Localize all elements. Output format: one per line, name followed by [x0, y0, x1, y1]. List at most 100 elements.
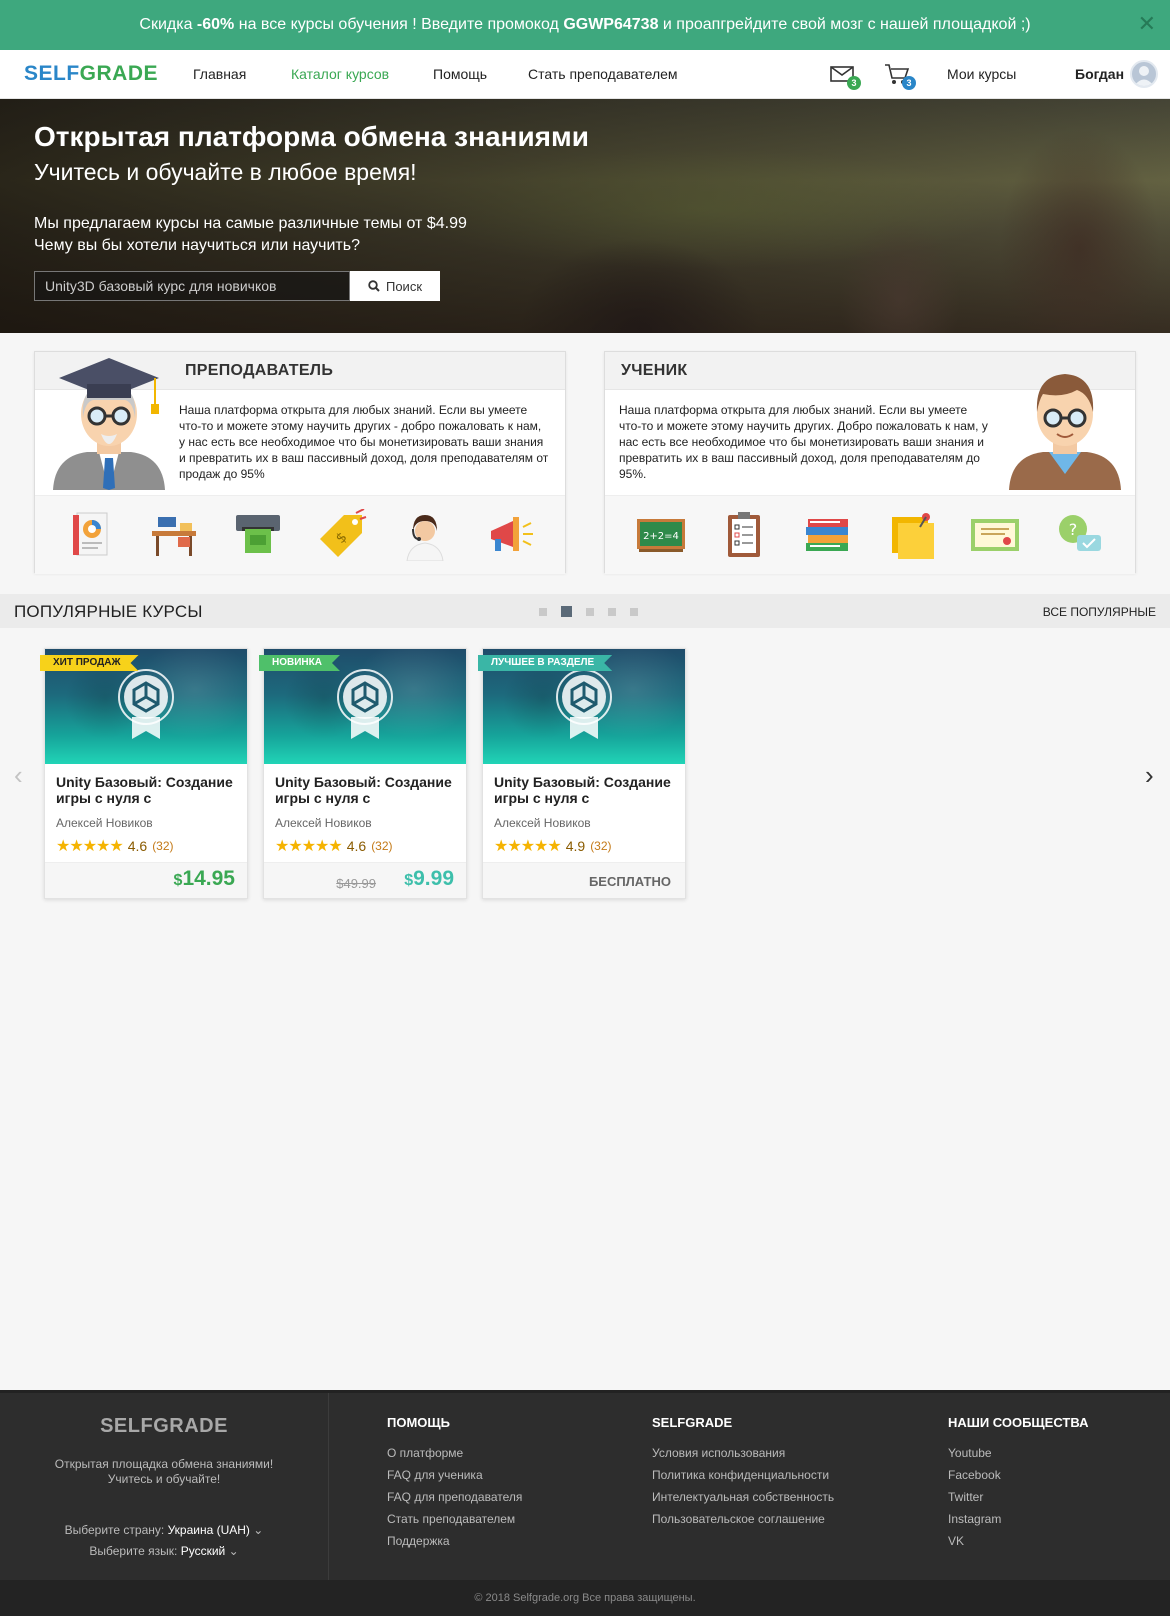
course-card[interactable]: НОВИНКА Unity Базовый: Создание игры с ну… [263, 648, 467, 899]
rating-count: (32) [371, 839, 393, 853]
course-card[interactable]: ХИТ ПРОДАЖ Unity Базовый: Создание игры с… [44, 648, 248, 899]
footer-link[interactable]: VK [948, 1534, 1088, 1548]
avatar[interactable] [1130, 60, 1158, 88]
footer-link[interactable]: Поддержка [387, 1534, 522, 1548]
promo-code: GGWP64738 [563, 16, 659, 33]
my-courses-link[interactable]: Мои курсы [947, 66, 1016, 82]
cart-button[interactable]: 3 [884, 62, 916, 90]
search-icon [368, 280, 380, 292]
hero-banner: Открытая платформа обмена знаниями Учите… [0, 99, 1170, 333]
chalkboard-icon[interactable]: 2+2=4 [635, 509, 687, 561]
student-text: Наша платформа открыта для любых знаний.… [619, 403, 988, 481]
support-operator-icon[interactable] [399, 509, 451, 561]
footer-link[interactable]: Условия использования [652, 1446, 834, 1460]
course-ribbon: ХИТ ПРОДАЖ [40, 655, 139, 671]
footer-link[interactable]: Facebook [948, 1468, 1088, 1482]
books-icon[interactable] [802, 509, 854, 561]
footer-link[interactable]: FAQ для ученика [387, 1468, 522, 1482]
footer-link[interactable]: Политика конфиденциальности [652, 1468, 834, 1482]
student-card: УЧЕНИК Наша платформа открыта для любых … [604, 351, 1136, 574]
cart-badge: 3 [902, 76, 916, 90]
rating-value: 4.6 [346, 838, 367, 854]
carousel-dot[interactable] [586, 607, 594, 616]
chevron-right-icon[interactable]: › [1145, 760, 1154, 791]
star-icons: ★★★★★ [56, 838, 124, 855]
footer-link[interactable]: Youtube [948, 1446, 1088, 1460]
footer-link[interactable]: Стать преподавателем [387, 1512, 522, 1526]
price-tag-icon[interactable]: $ [316, 509, 368, 561]
nav-help[interactable]: Помощь [433, 66, 487, 82]
search-form: Поиск [34, 271, 440, 301]
language-selector[interactable]: Выберите язык: Русский ⌄ [0, 1544, 328, 1558]
price: $9.99 [404, 867, 454, 890]
carousel-dot[interactable] [630, 607, 638, 616]
report-icon[interactable] [65, 509, 117, 561]
user-name[interactable]: Богдан [1075, 66, 1124, 82]
footer-link[interactable]: О платформе [387, 1446, 522, 1460]
footer-selfgrade-column: SELFGRADE Условия использования Политика… [652, 1415, 835, 1526]
carousel-dot[interactable] [561, 606, 572, 617]
hero-subtitle: Учитесь и обучайте в любое время! [34, 159, 417, 185]
footer-community-column: НАШИ СООБЩЕСТВА Youtube Facebook Twitter… [948, 1415, 1089, 1548]
footer-link[interactable]: Пользовательское соглашение [652, 1512, 834, 1526]
certificate-icon[interactable] [969, 509, 1021, 561]
unity-medal-icon [118, 669, 174, 739]
popular-courses-bar: ПОПУЛЯРНЫЕ КУРСЫ ВСЕ ПОПУЛЯРНЫЕ [0, 594, 1170, 628]
rating-count: (32) [152, 839, 174, 853]
nav-catalog[interactable]: Каталог курсов [291, 66, 389, 82]
course-title[interactable]: Unity Базовый: Создание игры с нуля с ип… [275, 774, 459, 806]
question-chat-icon[interactable]: ? [1053, 509, 1105, 561]
price: $14.95 [173, 867, 235, 890]
rating-value: 4.9 [565, 838, 586, 854]
close-icon[interactable]: ✕ [1138, 13, 1156, 35]
nav-become-teacher[interactable]: Стать преподавателем [528, 66, 678, 82]
search-button[interactable]: Поиск [350, 271, 440, 301]
star-icons: ★★★★★ [494, 838, 562, 855]
hero-line-2: Чему вы бы хотели научиться или научить? [34, 237, 360, 254]
rating-value: 4.6 [127, 838, 148, 854]
all-popular-link[interactable]: ВСЕ ПОПУЛЯРНЫЕ [1043, 605, 1156, 619]
footer-brand: SELFGRADE Открытая площадка обмена знани… [0, 1393, 329, 1583]
top-navbar: SELFGRADE Главная Каталог курсов Помощь … [0, 50, 1170, 99]
chevron-down-icon: ⌄ [228, 1544, 239, 1558]
footer-link[interactable]: FAQ для преподавателя [387, 1490, 522, 1504]
site-logo[interactable]: SELFGRADE [24, 62, 158, 86]
rating-count: (32) [590, 839, 612, 853]
search-input[interactable] [34, 271, 350, 301]
country-selector[interactable]: Выберите страну: Украина (UAH) ⌄ [0, 1523, 328, 1537]
course-title[interactable]: Unity Базовый: Создание игры с нуля с ип… [56, 774, 240, 806]
megaphone-icon[interactable] [483, 509, 535, 561]
price-box: $49.99 $9.99 [264, 862, 466, 898]
chevron-left-icon[interactable]: ‹ [14, 760, 23, 791]
checklist-icon[interactable] [718, 509, 770, 561]
messages-button[interactable]: 3 [829, 62, 861, 90]
promo-text: Скидка -60% на все курсы обучения ! Введ… [139, 16, 1031, 33]
footer-link[interactable]: Twitter [948, 1490, 1088, 1504]
course-author: Алексей Новиков [275, 816, 372, 830]
carousel-dot[interactable] [608, 607, 616, 616]
course-ribbon: НОВИНКА [259, 655, 340, 671]
course-card[interactable]: ЛУЧШЕЕ В РАЗДЕЛЕ Unity Базовый: Создание … [482, 648, 686, 899]
price-box: $14.95 [45, 862, 247, 898]
price-box: БЕСПЛАТНО [483, 862, 685, 898]
footer-link[interactable]: Instagram [948, 1512, 1088, 1526]
course-title[interactable]: Unity Базовый: Создание игры с нуля с ип… [494, 774, 678, 806]
cash-machine-icon[interactable] [232, 509, 284, 561]
student-avatar-icon [1009, 374, 1121, 490]
footer-help-column: ПОМОЩЬ О платформе FAQ для ученика FAQ д… [387, 1415, 523, 1548]
course-author: Алексей Новиков [494, 816, 591, 830]
course-rating: ★★★★★ 4.6 (32) [56, 836, 174, 856]
footer-logo[interactable]: SELFGRADE [0, 1415, 328, 1438]
hero-title: Открытая платформа обмена знаниями [34, 121, 589, 152]
footer-link[interactable]: Интелектуальная собственность [652, 1490, 834, 1504]
free-label: БЕСПЛАТНО [588, 874, 671, 889]
carousel-dot[interactable] [539, 607, 547, 616]
teacher-card: ПРЕПОДАВАТЕЛЬ Наша платформа открыта для… [34, 351, 566, 574]
course-ribbon: ЛУЧШЕЕ В РАЗДЕЛЕ [478, 655, 612, 671]
sticky-note-icon[interactable] [886, 509, 938, 561]
desk-icon[interactable] [148, 509, 200, 561]
nav-home[interactable]: Главная [193, 66, 246, 82]
student-icons: 2+2=4 ? [605, 495, 1135, 574]
course-rating: ★★★★★ 4.6 (32) [275, 836, 393, 856]
teacher-avatar-icon [53, 358, 165, 490]
